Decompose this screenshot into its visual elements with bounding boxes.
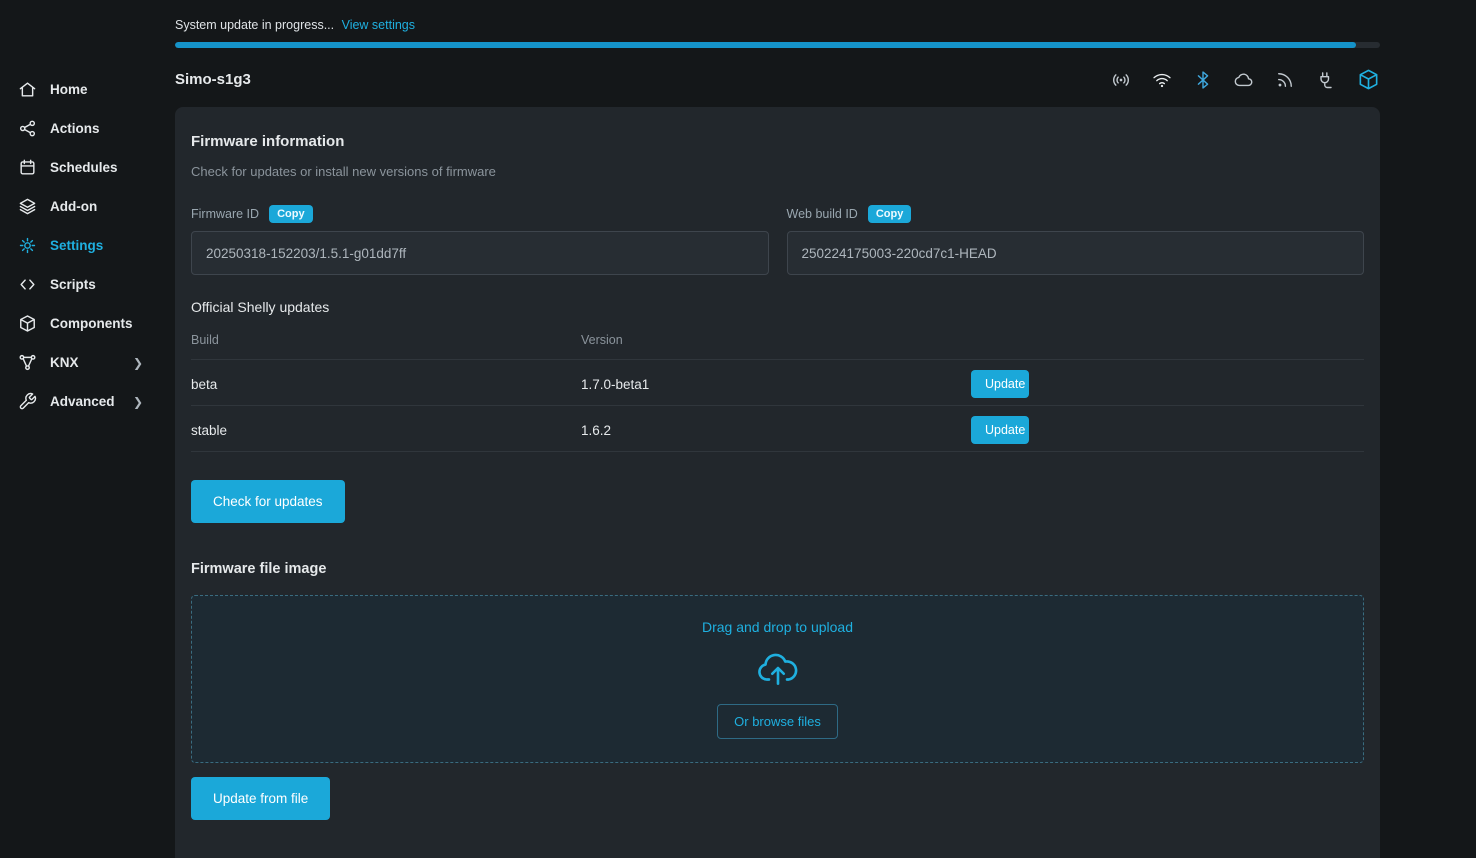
firmware-info-title: Firmware information <box>191 133 1364 150</box>
web-build-id-input[interactable] <box>787 231 1365 275</box>
firmware-id-input[interactable] <box>191 231 769 275</box>
websocket-icon <box>1316 70 1336 90</box>
upload-cloud-icon <box>755 648 801 691</box>
copy-firmware-id-button[interactable]: Copy <box>269 205 313 223</box>
version-cell: 1.7.0-beta1 <box>581 377 971 392</box>
page-header: Simo-s1g3 <box>175 48 1380 107</box>
bluetooth-icon[interactable] <box>1193 70 1213 90</box>
web-build-id-field: Web build ID Copy <box>787 205 1365 275</box>
settings-gear-icon <box>18 236 37 255</box>
addon-icon <box>18 197 37 216</box>
main-content: System update in progress... View settin… <box>175 0 1380 858</box>
update-stable-button[interactable]: Update <box>971 416 1029 444</box>
firmware-file-image-title: Firmware file image <box>191 561 1364 577</box>
table-row-beta: beta 1.7.0-beta1 Update <box>191 360 1364 406</box>
status-icons <box>1111 68 1380 91</box>
firmware-id-field: Firmware ID Copy <box>191 205 769 275</box>
copy-web-build-id-button[interactable]: Copy <box>868 205 912 223</box>
column-header-version: Version <box>581 333 971 347</box>
web-build-id-label-row: Web build ID Copy <box>787 205 1365 223</box>
build-cell: stable <box>191 423 581 438</box>
scripts-icon <box>18 275 37 294</box>
column-header-build: Build <box>191 333 581 347</box>
sidebar-item-label: Settings <box>50 238 103 253</box>
sidebar-item-label: Actions <box>50 121 100 136</box>
table-row-stable: stable 1.6.2 Update <box>191 406 1364 452</box>
update-notification-text: System update in progress... <box>175 18 334 32</box>
official-updates-title: Official Shelly updates <box>191 299 1364 315</box>
cloud-icon <box>1234 70 1254 90</box>
updates-table: Build Version beta 1.7.0-beta1 Update st… <box>191 321 1364 452</box>
sidebar-item-scripts[interactable]: Scripts <box>0 265 175 304</box>
chevron-right-icon: ❯ <box>133 395 143 409</box>
knx-icon <box>18 353 37 372</box>
sidebar-item-components[interactable]: Components <box>0 304 175 343</box>
firmware-id-label: Firmware ID <box>191 207 259 221</box>
update-from-file-button[interactable]: Update from file <box>191 777 330 820</box>
web-build-id-label: Web build ID <box>787 207 858 221</box>
sidebar-item-label: Advanced <box>50 394 115 409</box>
device-cube-icon[interactable] <box>1357 68 1380 91</box>
updates-table-header: Build Version <box>191 321 1364 360</box>
device-name: Simo-s1g3 <box>175 71 251 88</box>
sidebar-item-label: Components <box>50 316 133 331</box>
build-cell: beta <box>191 377 581 392</box>
sidebar-item-label: KNX <box>50 355 79 370</box>
sidebar: Home Actions Schedules Add-on Settings S… <box>0 0 175 858</box>
actions-icon <box>18 119 37 138</box>
chevron-right-icon: ❯ <box>133 356 143 370</box>
schedules-icon <box>18 158 37 177</box>
sidebar-item-knx[interactable]: KNX ❯ <box>0 343 175 382</box>
update-beta-button[interactable]: Update <box>971 370 1029 398</box>
firmware-id-fields: Firmware ID Copy Web build ID Copy <box>191 205 1364 275</box>
check-for-updates-button[interactable]: Check for updates <box>191 480 345 523</box>
sidebar-item-label: Scripts <box>50 277 96 292</box>
sidebar-item-advanced[interactable]: Advanced ❯ <box>0 382 175 421</box>
sidebar-item-schedules[interactable]: Schedules <box>0 148 175 187</box>
sidebar-item-actions[interactable]: Actions <box>0 109 175 148</box>
firmware-id-label-row: Firmware ID Copy <box>191 205 769 223</box>
wifi-icon <box>1152 70 1172 90</box>
view-settings-link[interactable]: View settings <box>342 18 415 32</box>
components-icon <box>18 314 37 333</box>
ap-mode-icon <box>1111 70 1131 90</box>
sidebar-item-settings[interactable]: Settings <box>0 226 175 265</box>
sidebar-item-label: Home <box>50 82 88 97</box>
update-notification: System update in progress... View settin… <box>175 18 1380 32</box>
advanced-icon <box>18 392 37 411</box>
firmware-dropzone[interactable]: Drag and drop to upload Or browse files <box>191 595 1364 763</box>
home-icon <box>18 80 37 99</box>
mqtt-icon <box>1275 70 1295 90</box>
dropzone-text: Drag and drop to upload <box>702 619 853 635</box>
sidebar-item-addon[interactable]: Add-on <box>0 187 175 226</box>
sidebar-item-home[interactable]: Home <box>0 70 175 109</box>
sidebar-item-label: Add-on <box>50 199 97 214</box>
version-cell: 1.6.2 <box>581 423 971 438</box>
browse-files-button[interactable]: Or browse files <box>717 704 838 739</box>
sidebar-item-label: Schedules <box>50 160 118 175</box>
firmware-card: Firmware information Check for updates o… <box>175 107 1380 858</box>
app-window: Home Actions Schedules Add-on Settings S… <box>0 0 1476 858</box>
firmware-info-subtitle: Check for updates or install new version… <box>191 164 1364 179</box>
